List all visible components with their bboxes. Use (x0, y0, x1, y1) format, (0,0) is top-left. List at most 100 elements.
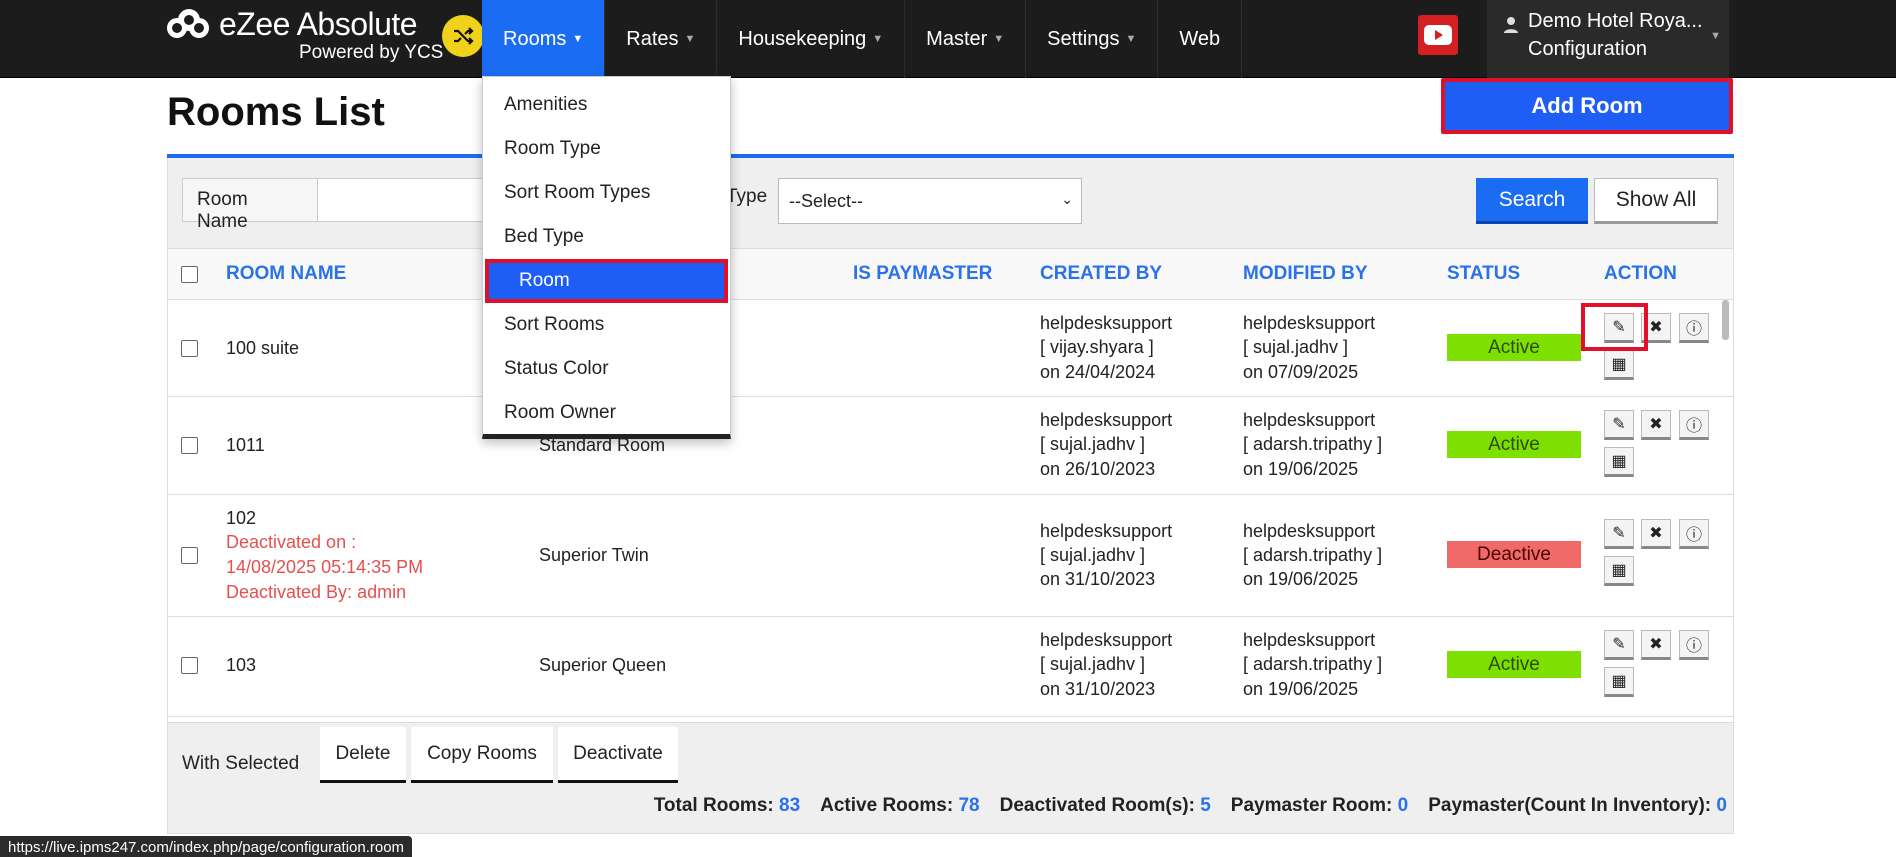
row-checkbox[interactable] (181, 437, 198, 454)
modified-on: on 07/09/2025 (1243, 362, 1359, 382)
nav-settings[interactable]: Settings ▼ (1026, 0, 1159, 78)
main-menu: Rooms ▼ Rates ▼ Housekeeping ▼ Master ▼ Sett… (482, 0, 1243, 78)
header-modified-by[interactable]: MODIFIED BY (1243, 263, 1368, 285)
row-checkbox[interactable] (181, 340, 198, 357)
header-room-name[interactable]: ROOM NAME (226, 263, 346, 285)
room-name[interactable]: 1011 (226, 433, 265, 457)
active-rooms-label: Active Rooms: (820, 795, 954, 816)
menu-item-room-type[interactable]: Room Type (483, 127, 730, 171)
nav-housekeeping-label: Housekeeping (738, 27, 867, 50)
paymaster-count-label: Paymaster(Count In Inventory): (1428, 795, 1712, 816)
shuffle-icon[interactable] (442, 15, 484, 57)
room-type: Superior Queen (539, 655, 667, 675)
header-is-paymaster[interactable]: IS PAYMASTER (853, 263, 992, 285)
table-body: 100 suite helpdesksupport [ vijay.shyara… (167, 300, 1734, 722)
created-on: on 31/10/2023 (1040, 569, 1156, 589)
total-rooms-value: 83 (779, 795, 801, 816)
calendar-icon: ▦ (1611, 453, 1627, 470)
delete-button[interactable]: ✖ (1641, 410, 1671, 440)
room-type-label: Type (726, 186, 768, 207)
header-created-by[interactable]: CREATED BY (1040, 263, 1162, 285)
pencil-icon: ✎ (1612, 416, 1626, 433)
edit-button[interactable]: ✎ (1604, 410, 1634, 440)
info-button[interactable]: ⓘ (1679, 630, 1709, 660)
table-row: 102 Deactivated on : 14/08/2025 05:14:35… (168, 495, 1733, 617)
youtube-icon[interactable] (1418, 15, 1458, 55)
info-icon: ⓘ (1685, 418, 1702, 435)
nav-rates-label: Rates (626, 27, 679, 50)
edit-button[interactable]: ✎ (1604, 519, 1634, 549)
status-badge: Deactive (1447, 541, 1581, 568)
edit-button[interactable]: ✎ (1604, 630, 1634, 660)
nav-rates[interactable]: Rates ▼ (605, 0, 718, 78)
close-icon: ✖ (1649, 525, 1663, 542)
room-name[interactable]: 100 suite (226, 336, 299, 360)
room-type-select[interactable]: --Select-- ⌄ (778, 178, 1082, 224)
menu-item-bed-type[interactable]: Bed Type (483, 215, 730, 259)
brand-logo[interactable]: eZee Absolute Powered by YCS (165, 4, 485, 72)
with-selected-label: With Selected (182, 753, 300, 774)
page-title: Rooms List (167, 90, 385, 134)
row-checkbox[interactable] (181, 547, 198, 564)
calendar-button[interactable]: ▦ (1604, 447, 1634, 477)
deactivate-button[interactable]: Deactivate (558, 727, 678, 783)
calendar-button[interactable]: ▦ (1604, 556, 1634, 586)
caret-down-icon: ▼ (572, 33, 584, 45)
show-all-button[interactable]: Show All (1594, 178, 1718, 224)
info-icon: ⓘ (1685, 638, 1702, 655)
delete-button[interactable]: ✖ (1641, 630, 1671, 660)
status-badge: Active (1447, 651, 1581, 678)
active-rooms: Active Rooms: 78 (820, 795, 979, 817)
status-bar-url: https://live.ipms247.com/index.php/page/… (0, 836, 413, 857)
nav-rooms[interactable]: Rooms ▼ (482, 0, 606, 78)
caret-down-icon: ▼ (872, 33, 884, 45)
calendar-button[interactable]: ▦ (1604, 667, 1634, 697)
calendar-button[interactable]: ▦ (1604, 350, 1634, 380)
delete-button[interactable]: ✖ (1641, 519, 1671, 549)
info-button[interactable]: ⓘ (1679, 410, 1709, 440)
add-room-button[interactable]: Add Room (1441, 78, 1733, 134)
modified-by: [ adarsh.tripathy ] (1243, 434, 1383, 454)
table-header: ROOM NAME IS PAYMASTER CREATED BY MODIFI… (167, 248, 1734, 300)
select-all-checkbox[interactable] (181, 266, 198, 283)
deactivated-on-label: Deactivated on : (226, 532, 357, 552)
nav-web[interactable]: Web (1158, 0, 1243, 78)
menu-item-sort-room-types[interactable]: Sort Room Types (483, 171, 730, 215)
cloud-logo-icon (167, 9, 209, 38)
caret-down-icon: ▼ (993, 33, 1005, 45)
menu-item-room-owner[interactable]: Room Owner (483, 391, 730, 435)
delete-selected-button[interactable]: Delete (320, 727, 406, 783)
room-type: Superior Twin (539, 545, 649, 565)
info-button[interactable]: ⓘ (1679, 519, 1709, 549)
nav-master[interactable]: Master ▼ (905, 0, 1027, 78)
menu-item-amenities[interactable]: Amenities (483, 83, 730, 127)
created-on: on 26/10/2023 (1040, 459, 1156, 479)
modified-on: on 19/06/2025 (1243, 679, 1359, 699)
copy-rooms-button[interactable]: Copy Rooms (411, 727, 553, 783)
paymaster-room-label: Paymaster Room: (1230, 795, 1393, 816)
info-button[interactable]: ⓘ (1679, 313, 1709, 343)
hotel-menu[interactable]: Demo Hotel Roya... Configuration ▼ (1487, 0, 1729, 78)
row-checkbox[interactable] (181, 657, 198, 674)
header-action: ACTION (1604, 263, 1677, 284)
menu-item-room[interactable]: Room (485, 259, 728, 303)
menu-item-status-color[interactable]: Status Color (483, 347, 730, 391)
created-on: on 31/10/2023 (1040, 679, 1156, 699)
room-name-input[interactable] (318, 178, 498, 222)
pencil-icon: ✎ (1612, 525, 1626, 542)
caret-down-icon: ▼ (1125, 33, 1137, 45)
room-name[interactable]: 103 (226, 653, 256, 677)
hotel-section: Configuration (1528, 38, 1647, 60)
nav-housekeeping[interactable]: Housekeeping ▼ (717, 0, 906, 78)
hotel-name: Demo Hotel Roya... (1528, 10, 1703, 32)
table-scrollbar[interactable] (1722, 300, 1729, 340)
caret-down-icon: ▼ (1710, 30, 1721, 42)
room-type-select-value: --Select-- (789, 191, 864, 211)
header-status[interactable]: STATUS (1447, 263, 1520, 285)
search-panel: Room Name Type --Select-- ⌄ Search Show A… (167, 158, 1734, 248)
info-icon: ⓘ (1685, 321, 1702, 338)
search-button[interactable]: Search (1476, 178, 1588, 224)
menu-item-sort-rooms[interactable]: Sort Rooms (483, 303, 730, 347)
info-icon: ⓘ (1685, 527, 1702, 544)
room-name[interactable]: 102 (226, 506, 256, 530)
